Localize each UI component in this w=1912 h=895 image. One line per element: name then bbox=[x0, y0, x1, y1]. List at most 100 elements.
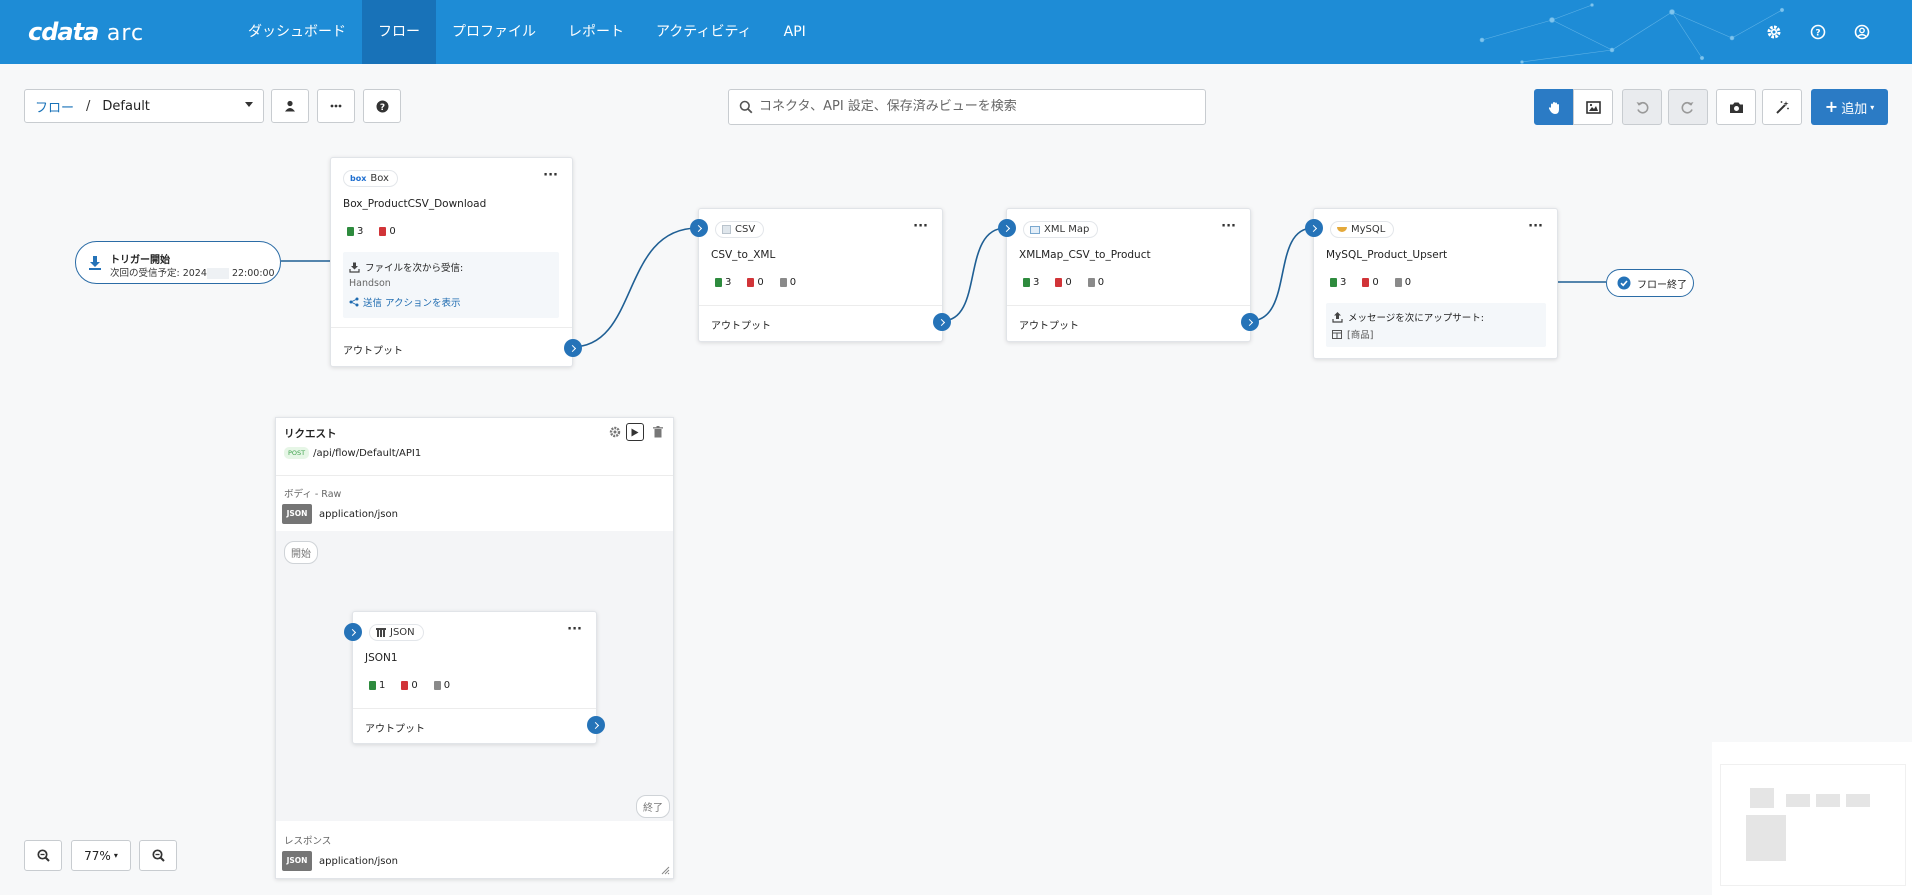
csv-connector-node[interactable]: CSV ··· CSV_to_XML 3 0 0 アウトプット bbox=[690, 208, 951, 342]
minimap-node bbox=[1846, 794, 1870, 807]
zoom-in-button[interactable] bbox=[139, 840, 177, 871]
search-box[interactable] bbox=[728, 89, 1206, 125]
body-content-type: JSON application/json bbox=[282, 504, 398, 524]
question-icon: ? bbox=[376, 100, 388, 112]
gear-icon[interactable] bbox=[1764, 22, 1784, 42]
breadcrumb-root[interactable]: フロー bbox=[35, 97, 74, 116]
network-decoration bbox=[1479, 3, 1785, 64]
output-port[interactable] bbox=[587, 716, 605, 734]
mysql-logo-icon bbox=[1337, 227, 1347, 232]
svg-text:?: ? bbox=[1815, 29, 1820, 39]
node-menu-icon[interactable]: ··· bbox=[1528, 219, 1543, 234]
caret-down-icon: ▾ bbox=[113, 851, 118, 860]
http-method-badge: POST bbox=[284, 447, 310, 459]
node-menu-icon[interactable]: ··· bbox=[913, 219, 928, 234]
message-counts: 1 0 0 bbox=[369, 680, 450, 691]
select-mode-button[interactable] bbox=[1573, 89, 1613, 125]
input-port[interactable] bbox=[998, 219, 1016, 237]
add-button[interactable]: + 追加 ▾ bbox=[1811, 89, 1888, 125]
request-title: リクエスト bbox=[284, 428, 337, 440]
help-icon[interactable]: ? bbox=[1808, 22, 1828, 42]
nav-profile[interactable]: プロファイル bbox=[436, 0, 552, 64]
api-request-panel[interactable]: リクエスト POST /api/flow/Default/API1 ボディ - … bbox=[275, 417, 674, 879]
success-file-icon bbox=[715, 278, 722, 287]
nav-activity[interactable]: アクティビティ bbox=[640, 0, 768, 64]
nav-dashboard[interactable]: ダッシュボード bbox=[232, 0, 362, 64]
input-port[interactable] bbox=[1305, 219, 1323, 237]
run-button[interactable] bbox=[626, 423, 644, 441]
breadcrumb-current: Default bbox=[102, 98, 150, 114]
request-endpoint: POST /api/flow/Default/API1 bbox=[284, 447, 421, 459]
request-start-node[interactable]: 開始 bbox=[284, 541, 318, 564]
add-label: 追加 bbox=[1841, 101, 1868, 117]
request-flow-canvas[interactable]: 開始 終了 JSON ··· JSON1 1 0 0 アウトプット bbox=[276, 531, 673, 821]
connector-type-chip: MySQL bbox=[1330, 221, 1395, 238]
plus-icon: + bbox=[1824, 96, 1839, 116]
input-port[interactable] bbox=[344, 623, 362, 641]
app-logo[interactable]: cdata arc bbox=[28, 18, 144, 46]
user-filter-button[interactable] bbox=[271, 89, 309, 123]
nav-flow[interactable]: フロー bbox=[362, 0, 436, 64]
upsert-info-box: メッセージを次にアップサート: [商品] bbox=[1326, 303, 1546, 347]
node-menu-icon[interactable]: ··· bbox=[567, 622, 582, 637]
help-button[interactable]: ? bbox=[363, 89, 401, 123]
connector-type-chip: XML Map bbox=[1023, 221, 1099, 238]
body-label: ボディ - Raw bbox=[284, 489, 342, 500]
resize-handle-icon[interactable] bbox=[661, 866, 670, 875]
play-icon bbox=[631, 428, 639, 436]
zoom-out-button[interactable] bbox=[24, 840, 62, 871]
output-label: アウトプット bbox=[1019, 321, 1079, 332]
redo-button[interactable] bbox=[1668, 89, 1708, 125]
nav-api[interactable]: API bbox=[768, 0, 822, 64]
output-port[interactable] bbox=[1241, 313, 1259, 331]
canvas-minimap[interactable] bbox=[1712, 742, 1912, 895]
trigger-schedule: 次回の受信予定: 2024 22:00:00 bbox=[110, 268, 275, 279]
check-circle-icon bbox=[1617, 276, 1631, 290]
receive-folder: Handson bbox=[349, 278, 391, 289]
trigger-start-node[interactable]: トリガー開始 次回の受信予定: 2024 22:00:00 bbox=[75, 241, 281, 284]
json-tag: JSON bbox=[282, 851, 312, 871]
more-options-button[interactable] bbox=[317, 89, 355, 123]
show-send-action-link[interactable]: 送信 アクションを表示 bbox=[349, 295, 461, 309]
share-icon bbox=[349, 297, 359, 307]
top-navbar: cdata arc ダッシュボード フロー プロファイル レポート アクティビテ… bbox=[0, 0, 1912, 64]
error-file-icon bbox=[1362, 278, 1370, 287]
minimap-node bbox=[1746, 815, 1786, 861]
node-menu-icon[interactable]: ··· bbox=[543, 168, 558, 183]
connector-type-chip: JSON bbox=[369, 624, 424, 641]
user-account-icon[interactable] bbox=[1852, 22, 1872, 42]
output-label: アウトプット bbox=[343, 346, 403, 357]
minimap-node bbox=[1750, 788, 1774, 808]
auto-layout-button[interactable] bbox=[1762, 89, 1802, 125]
node-name: MySQL_Product_Upsert bbox=[1326, 249, 1448, 261]
zoom-level-value: 77% bbox=[84, 848, 111, 863]
settings-icon[interactable] bbox=[609, 426, 621, 441]
input-port[interactable] bbox=[690, 219, 708, 237]
box-logo-icon: box bbox=[350, 174, 367, 183]
output-port[interactable] bbox=[564, 339, 582, 357]
inbox-download-icon bbox=[349, 262, 360, 273]
svg-text:?: ? bbox=[379, 102, 384, 112]
node-menu-icon[interactable]: ··· bbox=[1221, 219, 1236, 234]
user-icon bbox=[285, 100, 295, 112]
pending-file-icon bbox=[1394, 278, 1402, 287]
mysql-connector-node[interactable]: MySQL ··· MySQL_Product_Upsert 3 0 0 メッセ… bbox=[1305, 208, 1558, 359]
pan-mode-button[interactable] bbox=[1534, 89, 1574, 125]
box-connector-node[interactable]: box Box ··· Box_ProductCSV_Download 3 0 … bbox=[330, 157, 582, 367]
success-file-icon bbox=[347, 227, 354, 236]
zoom-level-select[interactable]: 77% ▾ bbox=[71, 840, 131, 871]
nav-report[interactable]: レポート bbox=[552, 0, 640, 64]
snapshot-button[interactable] bbox=[1716, 89, 1756, 125]
trash-icon[interactable] bbox=[653, 426, 663, 441]
flow-end-node[interactable]: フロー終了 bbox=[1606, 269, 1694, 297]
hand-icon bbox=[1548, 101, 1559, 114]
json-node[interactable]: JSON ··· JSON1 1 0 0 アウトプット bbox=[344, 611, 605, 744]
undo-button[interactable] bbox=[1622, 89, 1662, 125]
flow-breadcrumb-select[interactable]: フロー / Default bbox=[24, 89, 264, 123]
search-input[interactable] bbox=[759, 99, 1189, 114]
node-name: Box_ProductCSV_Download bbox=[343, 198, 487, 210]
xmlmap-connector-node[interactable]: XML Map ··· XMLMap_CSV_to_Product 3 0 0 … bbox=[998, 208, 1259, 342]
output-port[interactable] bbox=[933, 313, 951, 331]
request-end-node[interactable]: 終了 bbox=[636, 795, 670, 818]
image-select-icon bbox=[1585, 100, 1601, 114]
